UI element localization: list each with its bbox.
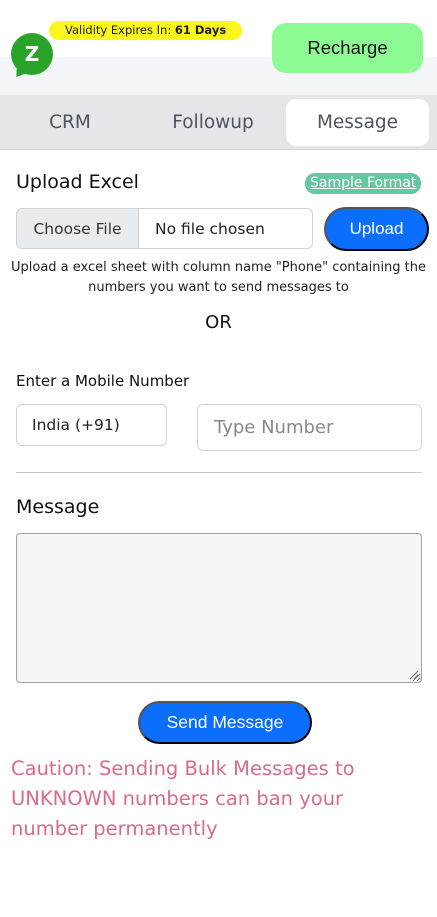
app-logo-icon: Z <box>11 33 53 75</box>
send-message-button[interactable]: Send Message <box>138 701 312 744</box>
validity-badge: Validity Expires In: 61 Days <box>49 21 243 40</box>
recharge-button[interactable]: Recharge <box>272 23 423 73</box>
validity-days: 61 Days <box>174 23 227 37</box>
file-input[interactable]: Choose File No file chosen <box>16 208 313 249</box>
tab-bar: CRM Followup Message <box>0 95 437 150</box>
upload-excel-title: Upload Excel <box>16 171 139 193</box>
choose-file-button[interactable]: Choose File <box>17 209 139 248</box>
tab-crm[interactable]: CRM <box>0 99 140 146</box>
upload-button[interactable]: Upload <box>324 207 429 251</box>
mobile-number-input[interactable] <box>197 404 422 451</box>
tab-message[interactable]: Message <box>286 99 429 146</box>
file-status-text: No file chosen <box>155 219 265 238</box>
mobile-number-label: Enter a Mobile Number <box>16 372 190 390</box>
top-bar: Z Validity Expires In: 61 Days Recharge <box>0 0 437 95</box>
caution-warning: Caution: Sending Bulk Messages to UNKNOW… <box>11 757 355 840</box>
or-separator: OR <box>205 312 232 333</box>
sample-format-link[interactable]: Sample Format <box>305 173 422 194</box>
upload-help-text: Upload a excel sheet with column name "P… <box>10 260 427 295</box>
resize-grip-icon[interactable] <box>409 670 419 680</box>
tab-followup[interactable]: Followup <box>140 99 286 146</box>
message-textarea[interactable] <box>16 533 422 683</box>
divider <box>16 472 422 473</box>
validity-prefix: Validity Expires In: <box>65 23 175 37</box>
message-label: Message <box>16 496 100 518</box>
country-code-select[interactable]: India (+91) <box>16 404 167 446</box>
